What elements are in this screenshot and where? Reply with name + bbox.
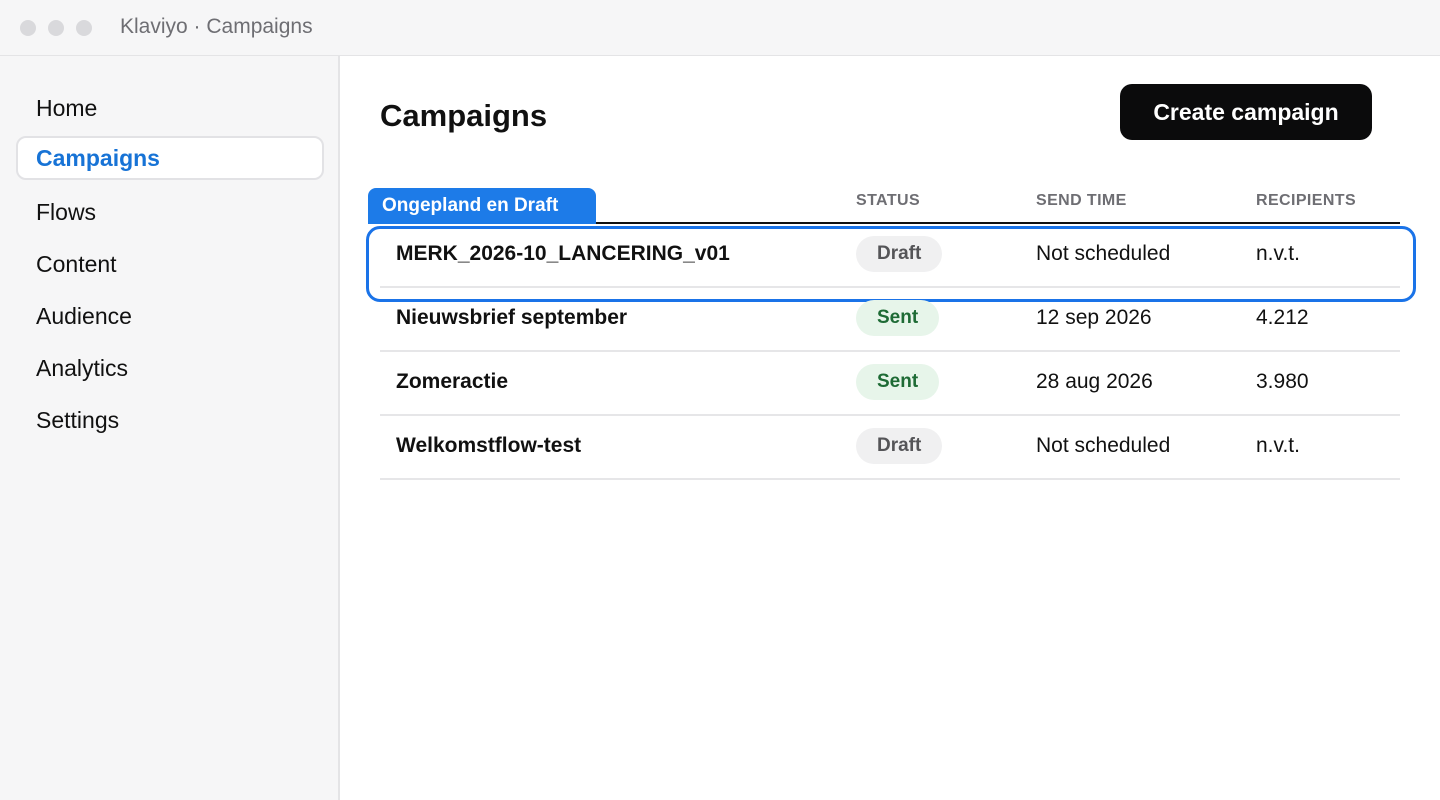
recipients: n.v.t. [1256, 434, 1300, 457]
status-badge: Draft [856, 236, 943, 272]
sidebar-item-home[interactable]: Home [16, 86, 324, 130]
send-time: 12 sep 2026 [1036, 306, 1152, 329]
filter-chip[interactable]: Ongepland en Draft [368, 188, 596, 224]
table-row[interactable]: Nieuwsbrief september Sent 12 sep 2026 4… [380, 288, 1400, 352]
table-row[interactable]: Zomeractie Sent 28 aug 2026 3.980 [380, 352, 1400, 416]
recipients: 4.212 [1256, 306, 1309, 329]
recipients: n.v.t. [1256, 242, 1300, 265]
app-window: Klaviyo · Campaigns Home Campaigns Flows… [0, 0, 1440, 800]
column-header-send-time[interactable]: SEND TIME [1036, 192, 1127, 210]
maximize-window-icon[interactable] [76, 20, 92, 36]
sidebar-item-analytics[interactable]: Analytics [16, 346, 324, 390]
campaign-name[interactable]: MERK_2026-10_LANCERING_v01 [396, 242, 730, 266]
main-content: Campaigns Create campaign Ongepland en D… [342, 56, 1440, 800]
status-badge: Sent [856, 364, 940, 400]
title-bar: Klaviyo · Campaigns [0, 0, 1440, 56]
campaign-name[interactable]: Welkomstflow-test [396, 434, 581, 458]
send-time: Not scheduled [1036, 434, 1171, 457]
table-row[interactable]: Welkomstflow-test Draft Not scheduled n.… [380, 416, 1400, 480]
minimize-window-icon[interactable] [48, 20, 64, 36]
column-header-status[interactable]: STATUS [856, 192, 920, 210]
table-row[interactable]: MERK_2026-10_LANCERING_v01 Draft Not sch… [366, 224, 1416, 302]
campaign-name[interactable]: Zomeractie [396, 370, 508, 394]
campaigns-table: Ongepland en Draft STATUS SEND TIME RECI… [366, 186, 1416, 480]
campaign-name[interactable]: Nieuwsbrief september [396, 306, 627, 330]
sidebar-item-campaigns[interactable]: Campaigns [16, 136, 324, 180]
sidebar-item-content[interactable]: Content [16, 242, 324, 286]
table-header: Ongepland en Draft STATUS SEND TIME RECI… [368, 186, 1400, 224]
page-title: Campaigns [380, 98, 548, 133]
sidebar-item-settings[interactable]: Settings [16, 398, 324, 442]
create-campaign-button[interactable]: Create campaign [1120, 84, 1372, 140]
sidebar: Home Campaigns Flows Content Audience An… [0, 56, 340, 800]
column-header-recipients[interactable]: RECIPIENTS [1256, 192, 1356, 210]
recipients: 3.980 [1256, 370, 1309, 393]
send-time: Not scheduled [1036, 242, 1171, 265]
status-badge: Draft [856, 428, 943, 464]
status-badge: Sent [856, 300, 940, 336]
close-window-icon[interactable] [20, 20, 36, 36]
sidebar-item-flows[interactable]: Flows [16, 190, 324, 234]
send-time: 28 aug 2026 [1036, 370, 1153, 393]
window-title: Klaviyo · Campaigns [120, 15, 313, 38]
sidebar-item-audience[interactable]: Audience [16, 294, 324, 338]
